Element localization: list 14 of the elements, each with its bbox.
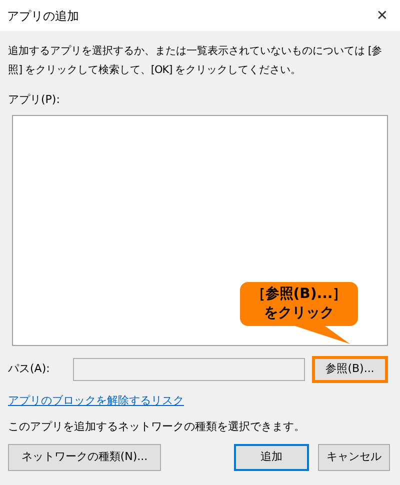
instruction-text: 追加するアプリを選択するか、または一覧表示されていないものについては [参照] をクリックして検索して、[OK] をクリックしてください。 xyxy=(8,44,383,78)
browse-button[interactable]: 参照(B)... xyxy=(312,356,388,382)
callout-text: をクリック xyxy=(264,304,334,323)
risk-link[interactable]: アプリのブロックを解除するリスク xyxy=(8,392,184,409)
network-info-text: このアプリを追加するネットワークの種類を選択できます。 xyxy=(8,419,306,435)
dialog-button[interactable]: ネットワークの種類(N)... xyxy=(8,444,161,470)
dialog-button[interactable]: キャンセル xyxy=(318,444,390,470)
window-title: アプリの追加 xyxy=(7,8,79,24)
close-button[interactable]: ✕ xyxy=(376,8,388,22)
apps-label: アプリ(P): xyxy=(8,92,61,108)
callout-text: ［参照(B)...］ xyxy=(251,285,347,304)
dialog-button[interactable]: 追加 xyxy=(234,444,309,470)
app-list[interactable] xyxy=(12,114,388,346)
path-label: パス(A): xyxy=(8,360,51,377)
